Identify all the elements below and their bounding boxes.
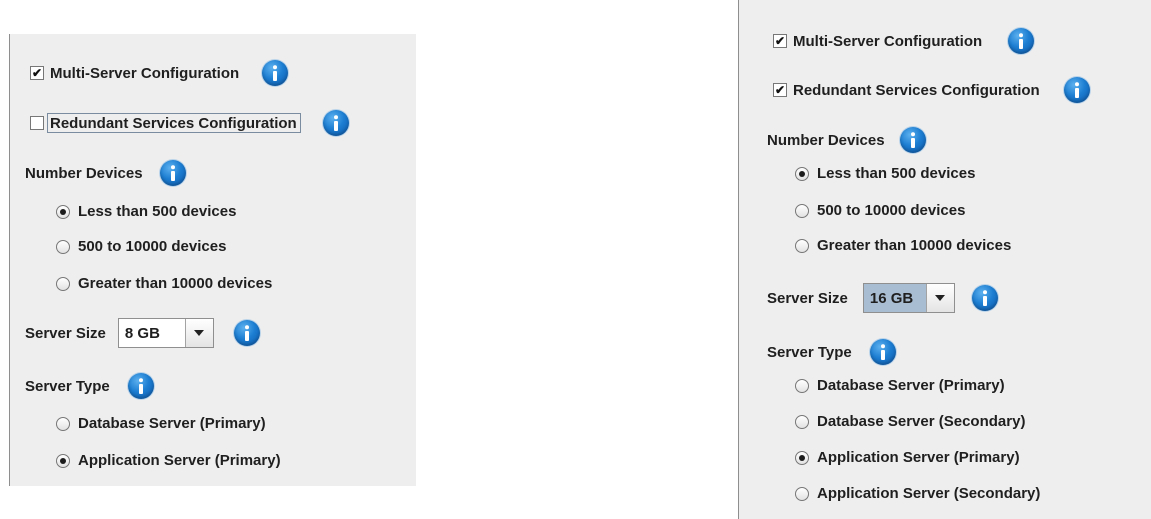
server-size-dropdown[interactable]: 16 GB [862, 283, 955, 313]
server-size-value: 8 GB [124, 324, 160, 342]
radio-database-secondary[interactable]: Database Server (Secondary) [795, 413, 1025, 430]
info-icon[interactable] [127, 373, 154, 399]
radio-label: Less than 500 devices [817, 165, 976, 182]
redundant-services-checkbox[interactable] [30, 116, 44, 130]
radio-application-primary[interactable]: Application Server (Primary) [795, 449, 1020, 466]
redundant-services-checkbox[interactable]: ✔ [773, 83, 787, 97]
radio-label: Application Server (Primary) [817, 449, 1020, 466]
radio-button[interactable] [56, 204, 70, 219]
info-icon[interactable] [899, 127, 926, 153]
radio-application-primary[interactable]: Application Server (Primary) [56, 452, 281, 469]
radio-button[interactable] [795, 203, 809, 218]
multi-server-label: Multi-Server Configuration [50, 64, 240, 82]
radio-less-than-500[interactable]: Less than 500 devices [795, 165, 975, 182]
redundant-services-label: Redundant Services Configuration [47, 113, 301, 133]
server-type-label: Server Type [767, 343, 852, 361]
radio-greater-than-10000[interactable]: Greater than 10000 devices [795, 237, 1011, 254]
radio-500-to-10000[interactable]: 500 to 10000 devices [795, 202, 965, 219]
server-size-row: Server Size 8 GB [25, 318, 260, 348]
radio-database-primary[interactable]: Database Server (Primary) [795, 377, 1005, 394]
radio-button[interactable] [795, 238, 809, 253]
radio-button[interactable] [56, 239, 70, 254]
settings-panel-right: ✔ Multi-Server Configuration ✔ Redundant… [738, 0, 1151, 519]
multi-server-checkbox-row[interactable]: ✔ Multi-Server Configuration [30, 60, 289, 86]
radio-label: Database Server (Secondary) [817, 413, 1026, 430]
radio-label: 500 to 10000 devices [78, 238, 227, 255]
server-size-value: 16 GB [863, 284, 926, 312]
multi-server-checkbox[interactable]: ✔ [773, 34, 787, 48]
multi-server-checkbox[interactable]: ✔ [30, 66, 44, 80]
radio-button[interactable] [795, 486, 809, 501]
radio-button[interactable] [56, 416, 70, 431]
radio-button[interactable] [56, 453, 70, 468]
server-size-label: Server Size [25, 324, 106, 342]
info-icon[interactable] [262, 60, 289, 86]
info-icon[interactable] [1063, 77, 1090, 103]
radio-button[interactable] [795, 166, 809, 181]
radio-label: 500 to 10000 devices [817, 202, 966, 219]
redundant-services-checkbox-row[interactable]: ✔ Redundant Services Configuration [773, 77, 1090, 103]
radio-label: Database Server (Primary) [78, 415, 266, 432]
chevron-down-icon[interactable] [184, 319, 213, 347]
check-icon: ✔ [31, 66, 43, 80]
check-icon: ✔ [774, 83, 786, 97]
redundant-services-checkbox-row[interactable]: Redundant Services Configuration [30, 110, 349, 136]
number-devices-label: Number Devices [767, 131, 885, 149]
radio-label: Less than 500 devices [78, 203, 237, 220]
radio-label: Greater than 10000 devices [78, 275, 273, 292]
number-devices-header: Number Devices [767, 127, 926, 153]
radio-greater-than-10000[interactable]: Greater than 10000 devices [56, 275, 272, 292]
info-icon[interactable] [971, 285, 998, 311]
info-icon[interactable] [869, 339, 896, 365]
redundant-services-label: Redundant Services Configuration [793, 81, 1040, 99]
radio-less-than-500[interactable]: Less than 500 devices [56, 203, 236, 220]
multi-server-label: Multi-Server Configuration [793, 32, 983, 50]
radio-button[interactable] [56, 276, 70, 291]
number-devices-label: Number Devices [25, 164, 143, 182]
radio-database-primary[interactable]: Database Server (Primary) [56, 415, 266, 432]
radio-label: Greater than 10000 devices [817, 237, 1012, 254]
info-icon[interactable] [1008, 28, 1035, 54]
server-size-dropdown[interactable]: 8 GB [117, 318, 214, 348]
radio-application-secondary[interactable]: Application Server (Secondary) [795, 485, 1040, 502]
server-type-header: Server Type [25, 373, 154, 399]
radio-label: Application Server (Secondary) [817, 485, 1041, 502]
radio-button[interactable] [795, 450, 809, 465]
radio-button[interactable] [795, 378, 809, 393]
radio-button[interactable] [795, 414, 809, 429]
server-type-label: Server Type [25, 377, 110, 395]
radio-500-to-10000[interactable]: 500 to 10000 devices [56, 238, 226, 255]
server-size-row: Server Size 16 GB [767, 283, 998, 313]
number-devices-header: Number Devices [25, 160, 186, 186]
server-type-header: Server Type [767, 339, 896, 365]
radio-label: Database Server (Primary) [817, 377, 1005, 394]
info-icon[interactable] [233, 320, 260, 346]
multi-server-checkbox-row[interactable]: ✔ Multi-Server Configuration [773, 28, 1035, 54]
server-size-label: Server Size [767, 289, 848, 307]
info-icon[interactable] [159, 160, 186, 186]
check-icon: ✔ [774, 34, 786, 48]
chevron-down-icon[interactable] [925, 284, 954, 312]
settings-panel-left: ✔ Multi-Server Configuration Redundant S… [9, 34, 416, 486]
radio-label: Application Server (Primary) [78, 452, 281, 469]
info-icon[interactable] [322, 110, 349, 136]
